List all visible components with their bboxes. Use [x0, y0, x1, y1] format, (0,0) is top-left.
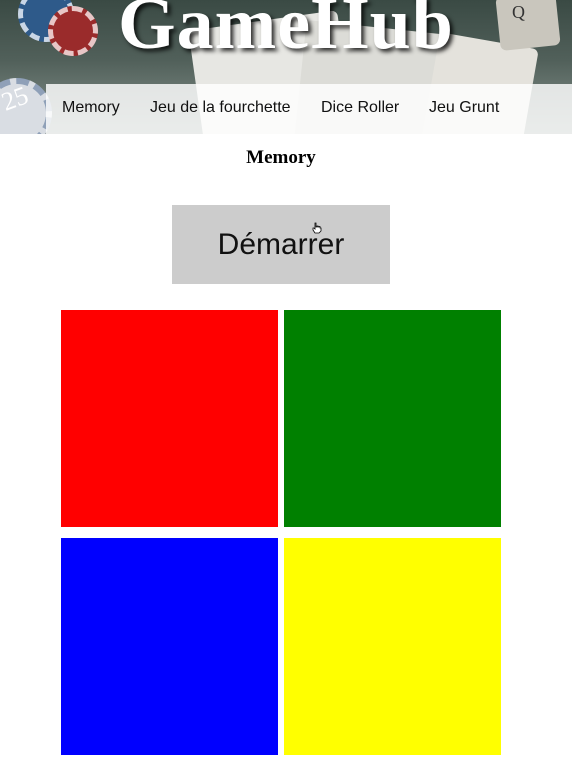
site-header: Q 25 GameHub Memory Jeu de la fourchette… [0, 0, 572, 134]
page-title: Memory [246, 147, 316, 168]
site-title: GameHub [118, 0, 454, 65]
nav-item-jeu-de-la-fourchette[interactable]: Jeu de la fourchette [150, 99, 291, 117]
hand-cursor-icon [312, 222, 322, 234]
main-nav: Memory Jeu de la fourchette Dice Roller … [46, 84, 572, 134]
memory-tile-red[interactable] [61, 310, 278, 527]
memory-tile-green[interactable] [284, 310, 501, 527]
memory-tile-yellow[interactable] [284, 538, 501, 755]
nav-item-jeu-grunt[interactable]: Jeu Grunt [429, 99, 499, 117]
start-button[interactable]: Démarrer [172, 205, 390, 284]
memory-tile-blue[interactable] [61, 538, 278, 755]
nav-item-memory[interactable]: Memory [62, 99, 120, 117]
nav-item-dice-roller[interactable]: Dice Roller [321, 99, 399, 117]
